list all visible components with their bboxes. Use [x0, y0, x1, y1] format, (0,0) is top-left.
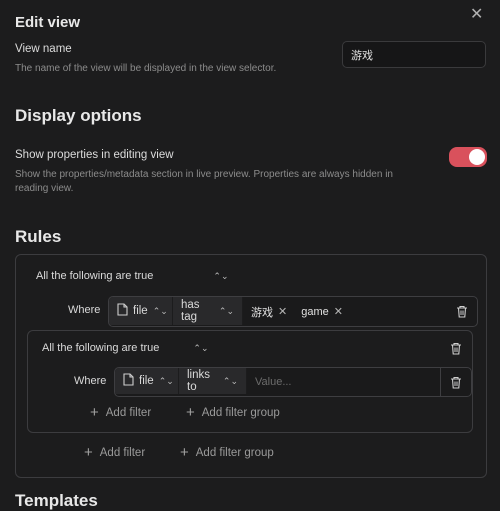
- tag-label: game: [301, 305, 329, 318]
- inner-property-select[interactable]: file ⌃⌄: [115, 368, 179, 394]
- view-name-value: 游戏: [351, 49, 373, 62]
- close-icon[interactable]: ✕: [470, 7, 483, 23]
- tag-chip: 游戏 ✕: [247, 304, 291, 320]
- outer-add-filter-group-button[interactable]: + Add filter group: [180, 444, 274, 461]
- file-icon: [117, 303, 128, 319]
- outer-filter-bar: file ⌃⌄ has tag ⌃⌄ 游戏 ✕ game ✕: [108, 296, 478, 327]
- chevron-updown-icon: ⌃⌄: [193, 342, 209, 353]
- tag-label: 游戏: [251, 306, 273, 319]
- outer-operator-label: has tag: [181, 299, 200, 323]
- trash-icon[interactable]: [440, 368, 471, 396]
- plus-icon: +: [90, 404, 99, 421]
- file-icon: [123, 373, 134, 389]
- inner-add-filter-button[interactable]: + Add filter: [90, 404, 152, 421]
- outer-add-filter-button[interactable]: + Add filter: [84, 444, 146, 461]
- trash-icon[interactable]: [447, 297, 477, 326]
- view-name-description: The name of the view will be displayed i…: [15, 63, 277, 74]
- outer-operator-select[interactable]: has tag ⌃⌄: [173, 297, 243, 325]
- rules-heading: Rules: [15, 227, 62, 246]
- toggle-knob: [469, 149, 485, 165]
- inner-conjunction-label: All the following are true: [42, 342, 160, 354]
- outer-tag-input[interactable]: 游戏 ✕ game ✕: [243, 297, 447, 326]
- remove-tag-icon[interactable]: ✕: [278, 305, 287, 318]
- inner-where-label: Where: [74, 375, 107, 387]
- plus-icon: +: [186, 404, 195, 421]
- inner-conjunction-select[interactable]: All the following are true ⌃⌄: [42, 342, 209, 354]
- inner-filter-bar: file ⌃⌄ links to ⌃⌄ Value...: [114, 367, 472, 397]
- show-properties-toggle[interactable]: [449, 147, 487, 167]
- trash-icon[interactable]: [448, 340, 464, 356]
- outer-add-filter-label: Add filter: [99, 447, 146, 459]
- chevron-updown-icon: ⌃⌄: [218, 305, 234, 316]
- inner-operator-select[interactable]: links to ⌃⌄: [179, 368, 247, 394]
- inner-value-input[interactable]: Value...: [247, 368, 440, 396]
- inner-add-filter-group-button[interactable]: + Add filter group: [186, 404, 280, 421]
- inner-add-filter-group-label: Add filter group: [201, 407, 280, 419]
- outer-property-select[interactable]: file ⌃⌄: [109, 297, 173, 325]
- inner-property-label: file: [139, 375, 154, 387]
- tag-chip: game ✕: [297, 305, 347, 319]
- outer-conjunction-label: All the following are true: [36, 270, 154, 282]
- chevron-updown-icon: ⌃⌄: [158, 375, 174, 386]
- plus-icon: +: [180, 444, 189, 461]
- chevron-updown-icon: ⌃⌄: [222, 375, 238, 386]
- chevron-updown-icon: ⌃⌄: [213, 270, 229, 281]
- remove-tag-icon[interactable]: ✕: [334, 305, 343, 318]
- value-placeholder: Value...: [255, 376, 292, 388]
- modal-title: Edit view: [15, 14, 81, 31]
- show-properties-description: Show the properties/metadata section in …: [15, 169, 393, 194]
- display-options-heading: Display options: [15, 106, 142, 125]
- outer-property-label: file: [133, 305, 148, 317]
- view-name-input[interactable]: 游戏: [342, 41, 486, 68]
- outer-add-filter-group-label: Add filter group: [195, 447, 274, 459]
- outer-conjunction-select[interactable]: All the following are true ⌃⌄: [36, 270, 229, 282]
- view-name-label: View name: [15, 43, 72, 55]
- templates-heading: Templates: [15, 491, 98, 510]
- outer-where-label: Where: [68, 304, 101, 316]
- chevron-updown-icon: ⌃⌄: [152, 305, 168, 316]
- show-properties-label: Show properties in editing view: [15, 149, 174, 161]
- plus-icon: +: [84, 444, 93, 461]
- inner-operator-label: links to: [187, 369, 211, 393]
- inner-add-filter-label: Add filter: [105, 407, 152, 419]
